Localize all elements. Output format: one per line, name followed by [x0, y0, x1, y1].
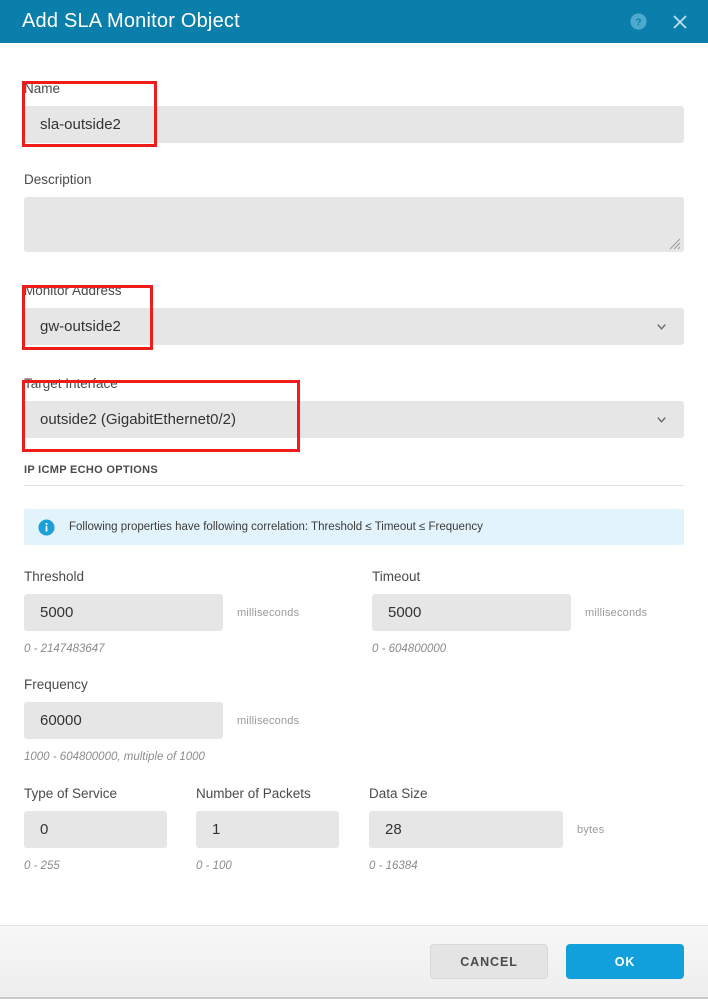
timeout-field-block: Timeout 5000 milliseconds 0 - 604800000	[372, 569, 684, 655]
timeout-label: Timeout	[372, 569, 421, 584]
type-of-service-field-block: Type of Service 0 0 - 255	[24, 786, 196, 872]
close-icon[interactable]	[670, 12, 690, 32]
number-of-packets-field-block: Number of Packets 1 0 - 100	[196, 786, 369, 872]
monitor-address-value: gw-outside2	[40, 318, 121, 335]
number-of-packets-range: 0 - 100	[196, 860, 232, 872]
target-interface-value: outside2 (GigabitEthernet0/2)	[40, 411, 236, 428]
chevron-down-icon	[655, 413, 668, 426]
svg-text:?: ?	[635, 18, 641, 29]
dialog-footer: CANCEL OK	[0, 925, 708, 999]
cancel-button[interactable]: CANCEL	[430, 944, 548, 979]
frequency-input[interactable]: 60000	[24, 702, 223, 739]
target-interface-select[interactable]: outside2 (GigabitEthernet0/2)	[24, 401, 684, 438]
number-of-packets-label: Number of Packets	[196, 786, 311, 801]
frequency-field-block: Frequency 60000 milliseconds 1000 - 6048…	[24, 677, 372, 763]
monitor-address-label: Monitor Address	[24, 283, 122, 298]
info-banner-text: Following properties have following corr…	[69, 521, 483, 533]
threshold-label: Threshold	[24, 569, 85, 584]
name-label: Name	[24, 81, 61, 96]
type-of-service-range: 0 - 255	[24, 860, 60, 872]
monitor-address-field-block: Monitor Address gw-outside2	[24, 283, 684, 345]
number-of-packets-input[interactable]: 1	[196, 811, 339, 848]
data-size-label: Data Size	[369, 786, 428, 801]
timeout-unit: milliseconds	[585, 606, 648, 619]
threshold-range: 0 - 2147483647	[24, 643, 105, 655]
threshold-unit: milliseconds	[237, 606, 300, 619]
dialog-header: Add SLA Monitor Object ?	[0, 0, 708, 43]
page-title: Add SLA Monitor Object	[22, 10, 240, 32]
frequency-row: Frequency 60000 milliseconds 1000 - 6048…	[24, 677, 684, 763]
target-interface-field-block: Target Interface outside2 (GigabitEthern…	[24, 376, 684, 438]
add-sla-monitor-object-dialog: Add SLA Monitor Object ? Name sla-outsid…	[0, 0, 708, 999]
type-of-service-input[interactable]: 0	[24, 811, 167, 848]
ok-button[interactable]: OK	[566, 944, 684, 979]
data-size-input[interactable]: 28	[369, 811, 563, 848]
data-size-field-block: Data Size 28 bytes 0 - 16384	[369, 786, 669, 872]
type-of-service-label: Type of Service	[24, 786, 118, 801]
resize-grip-icon[interactable]	[667, 236, 681, 250]
dialog-body: Name sla-outside2 Description Monitor Ad…	[0, 43, 708, 925]
frequency-range: 1000 - 604800000, multiple of 1000	[24, 751, 205, 763]
frequency-unit: milliseconds	[237, 714, 300, 727]
help-circle-icon[interactable]: ?	[628, 12, 648, 32]
description-label: Description	[24, 172, 92, 187]
description-field-block: Description	[24, 172, 684, 252]
monitor-address-select[interactable]: gw-outside2	[24, 308, 684, 345]
threshold-field-block: Threshold 5000 milliseconds 0 - 21474836…	[24, 569, 372, 655]
data-size-range: 0 - 16384	[369, 860, 418, 872]
info-circle-icon	[38, 518, 55, 536]
name-field-block: Name sla-outside2	[24, 81, 684, 143]
info-banner: Following properties have following corr…	[24, 509, 684, 545]
frequency-label: Frequency	[24, 677, 88, 692]
name-input[interactable]: sla-outside2	[24, 106, 684, 143]
threshold-input[interactable]: 5000	[24, 594, 223, 631]
description-textarea[interactable]	[24, 197, 684, 252]
tos-packets-datasize-row: Type of Service 0 0 - 255 Number of Pack…	[24, 786, 684, 872]
chevron-down-icon	[655, 320, 668, 333]
timeout-input[interactable]: 5000	[372, 594, 571, 631]
timeout-range: 0 - 604800000	[372, 643, 447, 655]
threshold-timeout-row: Threshold 5000 milliseconds 0 - 21474836…	[24, 569, 684, 655]
header-actions: ?	[628, 12, 690, 32]
section-header-ip-icmp-echo-options: IP ICMP ECHO OPTIONS	[24, 464, 684, 486]
data-size-unit: bytes	[577, 823, 605, 836]
target-interface-label: Target Interface	[24, 376, 118, 391]
